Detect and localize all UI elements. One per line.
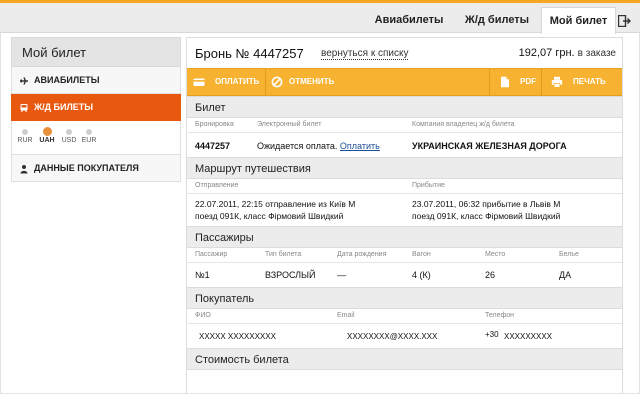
pay-link[interactable]: Оплатить: [340, 141, 380, 151]
col-email: Email: [337, 312, 355, 319]
passenger-number: №1: [195, 270, 210, 280]
ticket-column-headers: Бронировка Электронный билет Компания вл…: [187, 118, 622, 133]
col-seat: Место: [485, 251, 506, 258]
route-column-headers: Отправление Прибытие: [187, 179, 622, 194]
pay-button[interactable]: ОПЛАТИТЬ: [215, 69, 259, 95]
route-row: 22.07.2011, 22:15 отправление из Київ М …: [187, 194, 622, 226]
seat-number: 26: [485, 270, 496, 280]
plane-icon: [20, 77, 28, 85]
car-number: 4 (К): [412, 270, 431, 280]
col-linen: Белье: [559, 251, 579, 258]
linen: ДА: [559, 270, 572, 280]
eticket-status-text: Ожидается оплата.: [257, 141, 338, 151]
arrival-line-2: поезд 091К, класс Фірмовий Швидкий: [412, 211, 561, 221]
sidebar-item-avia[interactable]: АВИАБИЛЕТЫ: [11, 67, 181, 94]
ticket-type: ВЗРОСЛЫЙ: [265, 270, 316, 280]
price-status: в заказе: [577, 48, 616, 59]
top-tabs-bar: Авиабилеты Ж/д билеты Мой билет: [0, 3, 640, 34]
departure-line-2: поезд 091К, класс Фірмовий Швидкий: [195, 211, 344, 221]
sidebar-item-label: ДАННЫЕ ПОКУПАТЕЛЯ: [34, 163, 139, 173]
passengers-column-headers: Пассажир Тип билета Дата рождения Вагон …: [187, 248, 622, 263]
card-icon: [193, 78, 205, 86]
train-icon: [20, 104, 28, 113]
sidebar-item-rail[interactable]: Ж/Д БИЛЕТЫ: [11, 94, 181, 121]
col-eticket: Электронный билет: [257, 121, 322, 128]
section-buyer-title: Покупатель: [187, 287, 622, 309]
currency-rur[interactable]: RUR: [16, 125, 34, 144]
table-row: №1 ВЗРОСЛЫЙ — 4 (К) 26 ДА: [187, 263, 622, 287]
eticket-status: Ожидается оплата. Оплатить: [257, 141, 380, 151]
tab-my-ticket[interactable]: Мой билет: [541, 7, 616, 34]
col-arrival: Прибытие: [412, 182, 445, 189]
col-phone: Телефон: [485, 312, 515, 319]
price-value: 192,07 грн.: [518, 47, 575, 59]
user-icon: [20, 165, 28, 174]
booking-number: 4447257: [195, 141, 231, 151]
sidebar-title: Мой билет: [11, 37, 181, 67]
cancel-button[interactable]: ОТМЕНИТЬ: [289, 69, 334, 95]
col-company: Компания владелец ж/д билета: [412, 121, 515, 128]
tab-avia[interactable]: Авиабилеты: [370, 7, 448, 33]
arrival-line-1: 23.07.2011, 06:32 прибытие в Львів М: [412, 199, 561, 209]
currency-uah[interactable]: UAH: [38, 125, 56, 144]
radio-dot-selected: [42, 127, 52, 136]
sidebar-item-label: Ж/Д БИЛЕТЫ: [34, 102, 94, 112]
ticket-row: 4447257 Ожидается оплата. Оплатить УКРАИ…: [187, 133, 622, 157]
sidebar-item-label: АВИАБИЛЕТЫ: [34, 75, 100, 85]
main-panel: Бронь № 4447257 вернуться к списку 192,0…: [186, 37, 623, 394]
tab-rail[interactable]: Ж/д билеты: [458, 7, 536, 33]
col-departure: Отправление: [195, 182, 239, 189]
col-birth-date: Дата рождения: [337, 251, 387, 258]
currency-eur[interactable]: EUR: [80, 125, 98, 144]
section-passengers-title: Пассажиры: [187, 226, 622, 248]
logout-icon[interactable]: [618, 15, 631, 27]
buyer-phone-code: +30: [485, 330, 499, 339]
currency-usd[interactable]: USD: [60, 125, 78, 144]
print-icon: [551, 76, 563, 88]
divider: [489, 69, 490, 95]
sidebar: Мой билет АВИАБИЛЕТЫ Ж/Д БИЛЕТЫ RUR UAH …: [11, 37, 181, 182]
action-bar: ОПЛАТИТЬ ОТМЕНИТЬ PDF ПЕЧАТЬ: [187, 68, 622, 96]
pdf-icon: [501, 76, 509, 88]
buyer-email: XXXXXXXX@XXXX.XXX: [347, 332, 438, 341]
currency-switcher: RUR UAH USD EUR: [11, 121, 181, 155]
radio-dot: [22, 129, 28, 135]
buyer-row: XXXXX XXXXXXXXX XXXXXXXX@XXXX.XXX +30 XX…: [187, 324, 622, 348]
buyer-name: XXXXX XXXXXXXXX: [199, 332, 276, 341]
birth-date: —: [337, 270, 346, 280]
col-booking: Бронировка: [195, 121, 234, 128]
section-ticket-title: Билет: [187, 96, 622, 118]
company-name: УКРАИНСКАЯ ЖЕЛЕЗНАЯ ДОРОГА: [412, 141, 567, 151]
booking-header: Бронь № 4447257 вернуться к списку 192,0…: [187, 38, 622, 68]
booking-title: Бронь № 4447257: [195, 46, 304, 61]
pdf-button[interactable]: PDF: [520, 69, 536, 95]
section-cost-title: Стоимость билета: [187, 348, 622, 370]
radio-dot: [86, 129, 92, 135]
radio-dot: [66, 129, 72, 135]
divider: [265, 69, 266, 95]
back-to-list-link[interactable]: вернуться к списку: [321, 48, 409, 60]
divider: [541, 69, 542, 95]
sidebar-item-buyer[interactable]: ДАННЫЕ ПОКУПАТЕЛЯ: [11, 155, 181, 182]
section-route-title: Маршрут путешествия: [187, 157, 622, 179]
col-car: Вагон: [412, 251, 431, 258]
departure-line-1: 22.07.2011, 22:15 отправление из Київ М: [195, 199, 356, 209]
col-name: ФИО: [195, 312, 211, 319]
col-passenger: Пассажир: [195, 251, 228, 258]
buyer-column-headers: ФИО Email Телефон: [187, 309, 622, 324]
order-price: 192,07 грн. в заказе: [519, 47, 616, 59]
buyer-phone: XXXXXXXXX: [504, 332, 553, 341]
col-ticket-type: Тип билета: [265, 251, 302, 258]
print-button[interactable]: ПЕЧАТЬ: [573, 69, 606, 95]
cancel-icon: [271, 76, 283, 88]
